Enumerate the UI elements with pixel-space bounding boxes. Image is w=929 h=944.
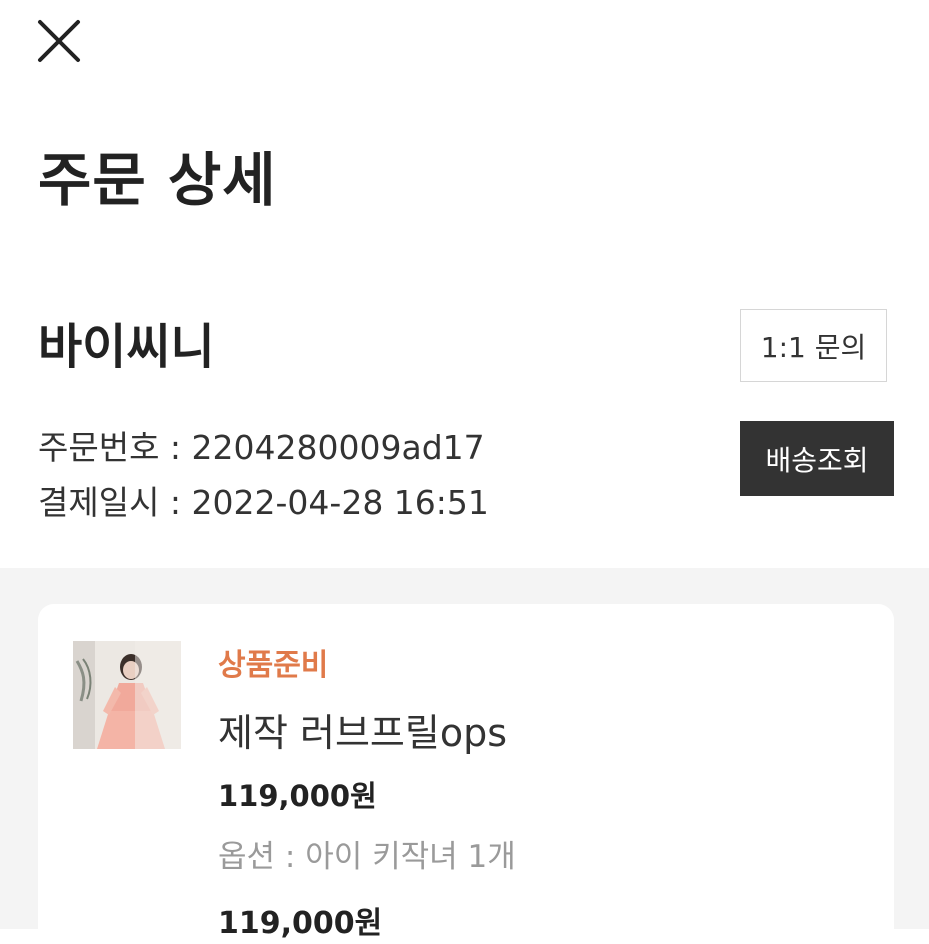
order-status: 상품준비: [218, 648, 329, 683]
product-price: 119,000원: [218, 779, 377, 813]
product-thumbnail[interactable]: [73, 641, 181, 749]
page-title: 주문 상세: [38, 146, 277, 214]
order-item-card: 상품준비 제작 러브프릴ops 119,000원 옵션 : 아이 키작녀 1개 …: [38, 604, 894, 944]
order-number: 주문번호 : 2204280009ad17: [38, 428, 485, 467]
inquiry-button[interactable]: 1:1 문의: [740, 309, 887, 382]
product-option: 옵션 : 아이 키작녀 1개: [218, 839, 516, 875]
close-icon: [34, 16, 84, 66]
product-name[interactable]: 제작 러브프릴ops: [218, 708, 507, 758]
seller-name: 바이씨니: [38, 319, 215, 375]
close-button[interactable]: [34, 16, 84, 66]
total-price: 119,000원: [218, 906, 383, 941]
track-delivery-button[interactable]: 배송조회: [740, 421, 894, 496]
payment-date: 결제일시 : 2022-04-28 16:51: [38, 483, 489, 522]
